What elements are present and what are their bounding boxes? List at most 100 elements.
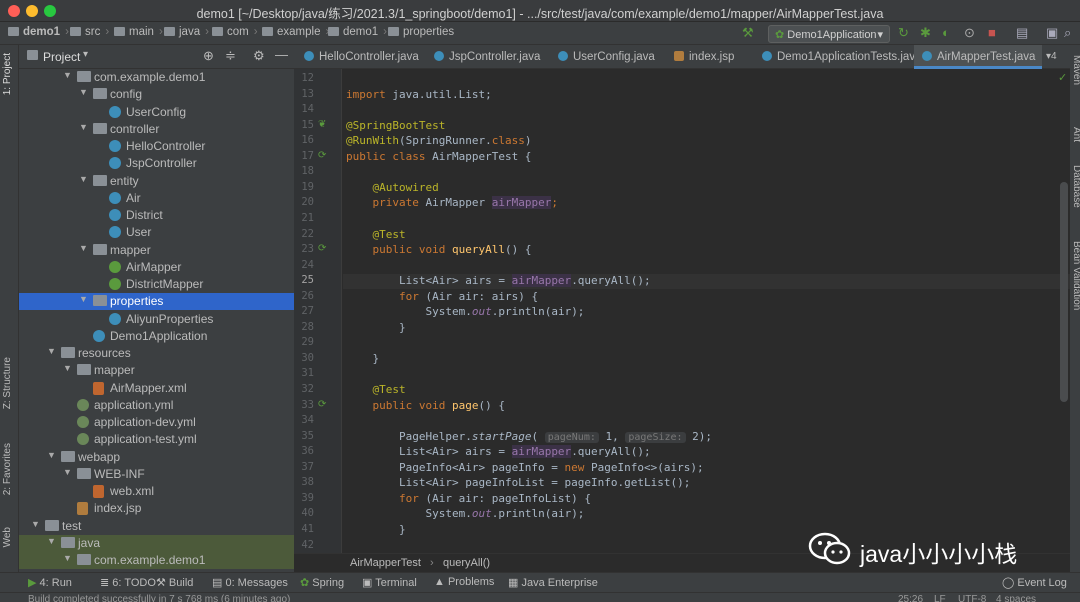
- code-line[interactable]: System.out.println(air);: [343, 507, 1070, 522]
- tree-node[interactable]: DistrictMapper: [19, 276, 294, 293]
- tool-window-todo[interactable]: ≣ 6: TODO: [100, 576, 156, 589]
- code-line[interactable]: [343, 72, 1070, 87]
- code-line[interactable]: [343, 336, 1070, 351]
- profile-icon[interactable]: ⊙: [964, 25, 975, 41]
- tool-window-java-enterprise[interactable]: ▦ Java Enterprise: [508, 576, 598, 589]
- status-message[interactable]: Build completed successfully in 7 s 768 …: [28, 594, 290, 602]
- tab-air-mapper-test[interactable]: AirMapperTest.java: [914, 45, 1042, 69]
- tool-window-spring[interactable]: ✿ Spring: [300, 576, 344, 589]
- chevron-down-icon[interactable]: ▼: [63, 363, 72, 373]
- tool-window-database[interactable]: Database: [1071, 165, 1080, 208]
- debug-icon[interactable]: ✱: [920, 25, 931, 41]
- tab-hello-controller[interactable]: HelloController.java: [294, 45, 422, 69]
- indent-setting[interactable]: 4 spaces: [996, 594, 1036, 602]
- code-line[interactable]: @SpringBootTest: [343, 119, 1070, 134]
- tool-window-project[interactable]: 1: Project: [2, 53, 13, 95]
- stop-icon[interactable]: ■: [988, 25, 996, 40]
- breadcrumb-main[interactable]: main ›: [114, 26, 163, 38]
- tree-node[interactable]: ▼ webapp: [19, 449, 294, 466]
- layout-icon[interactable]: ▣: [1046, 25, 1058, 41]
- tree-node[interactable]: application-dev.yml: [19, 414, 294, 431]
- editor-scrollbar[interactable]: [1060, 182, 1068, 402]
- code-line[interactable]: public void page() {: [343, 399, 1070, 414]
- chevron-down-icon[interactable]: ▼: [63, 553, 72, 563]
- code-line[interactable]: [343, 259, 1070, 274]
- chevron-down-icon[interactable]: ▼: [79, 243, 88, 253]
- inspection-ok-icon[interactable]: ✓: [1058, 71, 1067, 84]
- tree-node[interactable]: Air: [19, 190, 294, 207]
- code-line[interactable]: public class AirMapperTest {: [343, 150, 1070, 165]
- code-line[interactable]: @Autowired: [343, 181, 1070, 196]
- spring-bean-icon[interactable]: ❦: [318, 119, 326, 130]
- chevron-down-icon[interactable]: ▼: [79, 174, 88, 184]
- code-line[interactable]: System.out.println(air);: [343, 305, 1070, 320]
- chevron-down-icon[interactable]: ▼: [47, 346, 56, 356]
- tab-jsp-controller[interactable]: JspController.java: [424, 45, 548, 69]
- breadcrumb-demo1[interactable]: demo1 ›: [328, 26, 387, 38]
- breadcrumb-example[interactable]: example›: [262, 26, 329, 38]
- code-line[interactable]: PageInfo<Air> pageInfo = new PageInfo<>(…: [343, 461, 1070, 476]
- gear-icon[interactable]: ⚙: [253, 48, 265, 64]
- tab-user-config[interactable]: UserConfig.java: [550, 45, 664, 69]
- code-line[interactable]: [343, 414, 1070, 429]
- tool-window-messages[interactable]: ▤ 0: Messages: [212, 576, 288, 589]
- event-log-button[interactable]: ◯ Event Log: [1002, 576, 1067, 589]
- run-configuration-select[interactable]: ✿ Demo1Application ▾: [768, 25, 890, 43]
- breadcrumb-method[interactable]: queryAll(): [443, 557, 490, 569]
- tree-node[interactable]: AirMapper.xml: [19, 380, 294, 397]
- tree-node[interactable]: ▼ entity: [19, 173, 294, 190]
- tool-window-build[interactable]: ⚒ Build: [156, 576, 193, 589]
- code-line[interactable]: }: [343, 321, 1070, 336]
- tree-node[interactable]: ▼ mapper: [19, 362, 294, 379]
- tool-window-structure[interactable]: Z: Structure: [2, 357, 13, 409]
- breadcrumb-class[interactable]: AirMapperTest: [350, 557, 421, 569]
- line-separator[interactable]: LF: [934, 594, 946, 602]
- code-line[interactable]: for (Air air: airs) {: [343, 290, 1070, 305]
- tree-node[interactable]: ▼ java: [19, 534, 294, 552]
- project-structure-icon[interactable]: ▤: [1016, 25, 1028, 41]
- run-test-icon[interactable]: ⟳: [318, 150, 326, 161]
- tab-index-jsp[interactable]: index.jsp: [666, 45, 754, 69]
- breadcrumb-project[interactable]: demo1 ›: [8, 26, 69, 38]
- tree-node[interactable]: AliyunProperties: [19, 311, 294, 328]
- code-line[interactable]: public void queryAll() {: [343, 243, 1070, 258]
- locate-icon[interactable]: ⊕: [203, 48, 214, 64]
- tree-node[interactable]: ▼ WEB-INF: [19, 466, 294, 483]
- tool-window-favorites[interactable]: 2: Favorites: [2, 443, 13, 495]
- code-line[interactable]: @Test: [343, 228, 1070, 243]
- code-line[interactable]: @RunWith(SpringRunner.class): [343, 134, 1070, 149]
- chevron-down-icon[interactable]: ▾: [83, 49, 88, 60]
- chevron-down-icon[interactable]: ▼: [63, 70, 72, 80]
- tree-node[interactable]: ▼ controller: [19, 121, 294, 138]
- tree-node[interactable]: ▼ config: [19, 86, 294, 103]
- tree-node[interactable]: application-test.yml: [19, 431, 294, 448]
- tool-window-problems[interactable]: ▲ Problems: [434, 576, 494, 588]
- code-line[interactable]: }: [343, 352, 1070, 367]
- hide-panel-icon[interactable]: —: [275, 47, 288, 62]
- caret-position[interactable]: 25:26: [898, 594, 923, 602]
- tool-window-terminal[interactable]: ▣ Terminal: [362, 576, 417, 589]
- chevron-down-icon[interactable]: ▼: [47, 536, 56, 546]
- tree-node[interactable]: AirMapper: [19, 259, 294, 276]
- code-line[interactable]: List<Air> airs = airMapper.queryAll();: [343, 445, 1070, 460]
- tool-window-web[interactable]: Web: [2, 527, 13, 547]
- code-line[interactable]: for (Air air: pageInfoList) {: [343, 492, 1070, 507]
- chevron-down-icon[interactable]: ▼: [63, 467, 72, 477]
- tool-window-ant[interactable]: Ant: [1071, 127, 1080, 142]
- tree-node[interactable]: District: [19, 207, 294, 224]
- tree-node[interactable]: JspController: [19, 155, 294, 172]
- breadcrumb-java[interactable]: java ›: [164, 26, 209, 38]
- build-hammer-icon[interactable]: ⚒: [742, 25, 754, 41]
- breadcrumb-properties[interactable]: properties: [388, 26, 454, 38]
- tabs-overflow-button[interactable]: ▾4: [1044, 45, 1068, 69]
- code-line[interactable]: [343, 212, 1070, 227]
- code-line[interactable]: import java.util.List;: [343, 88, 1070, 103]
- code-line[interactable]: List<Air> airs = airMapper.queryAll();: [343, 274, 1070, 290]
- tree-node[interactable]: ▼ mapper: [19, 242, 294, 259]
- tree-node[interactable]: UserConfig: [19, 104, 294, 121]
- tree-node[interactable]: ▼ properties: [19, 293, 294, 311]
- tree-node[interactable]: User: [19, 224, 294, 241]
- tool-window-bean-validation[interactable]: Bean Validation: [1071, 241, 1080, 310]
- breadcrumb-com[interactable]: com ›: [212, 26, 258, 38]
- tree-node[interactable]: ▼ com.example.demo1: [19, 552, 294, 569]
